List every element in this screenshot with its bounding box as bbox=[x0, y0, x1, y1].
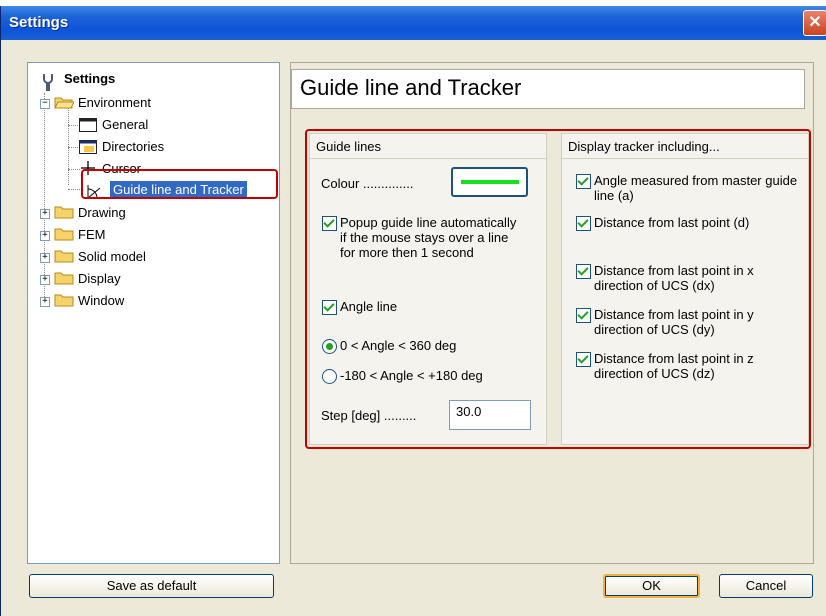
settings-content-panel: Guide line and Tracker Guide lines Colou… bbox=[290, 62, 814, 564]
tree-line bbox=[44, 93, 45, 303]
close-button[interactable]: ✕ bbox=[803, 10, 826, 36]
folder-icon bbox=[54, 272, 74, 285]
expand-toggle[interactable]: + bbox=[40, 231, 50, 241]
window-title: Settings bbox=[9, 14, 69, 31]
folder-open-icon bbox=[54, 97, 74, 109]
tree-line bbox=[68, 189, 80, 190]
highlight-box bbox=[81, 169, 278, 199]
tree-item-label: Solid model bbox=[78, 249, 146, 264]
wrench-icon bbox=[43, 74, 53, 91]
tree-line bbox=[68, 103, 69, 185]
settings-tree[interactable]: Settings − Environment General Directori… bbox=[27, 62, 280, 564]
window-icon bbox=[79, 118, 97, 132]
tree-line bbox=[68, 169, 80, 170]
folder-icon bbox=[54, 228, 74, 241]
highlight-box bbox=[305, 129, 811, 449]
tree-item-label: Window bbox=[78, 293, 125, 308]
folder-icon bbox=[54, 206, 74, 219]
tree-item-label: Display bbox=[78, 271, 121, 286]
page-title: Guide line and Tracker bbox=[300, 75, 522, 100]
folder-icon bbox=[54, 294, 74, 307]
title-bar[interactable]: Settings ✕ bbox=[1, 6, 826, 40]
directories-icon bbox=[79, 140, 97, 154]
tree-item-label: Drawing bbox=[78, 205, 126, 220]
tree-item-label: Environment bbox=[78, 95, 151, 110]
expand-toggle[interactable]: + bbox=[40, 275, 50, 285]
cancel-button[interactable]: Cancel bbox=[719, 574, 813, 598]
collapse-toggle[interactable]: − bbox=[40, 99, 50, 109]
tree-item-label: General bbox=[102, 117, 149, 132]
expand-toggle[interactable]: + bbox=[40, 209, 50, 219]
tree-root-label: Settings bbox=[64, 71, 116, 86]
settings-dialog: Settings ✕ Settings − Environment Genera… bbox=[0, 6, 826, 616]
tree-item-label: Directories bbox=[102, 139, 165, 154]
save-as-default-button[interactable]: Save as default bbox=[29, 574, 274, 598]
ok-button[interactable]: OK bbox=[603, 574, 700, 598]
tree-item-label: FEM bbox=[78, 227, 106, 242]
expand-toggle[interactable]: + bbox=[40, 253, 50, 263]
expand-toggle[interactable]: + bbox=[40, 297, 50, 307]
folder-icon bbox=[54, 250, 74, 263]
panel-header: Guide line and Tracker bbox=[291, 69, 805, 109]
